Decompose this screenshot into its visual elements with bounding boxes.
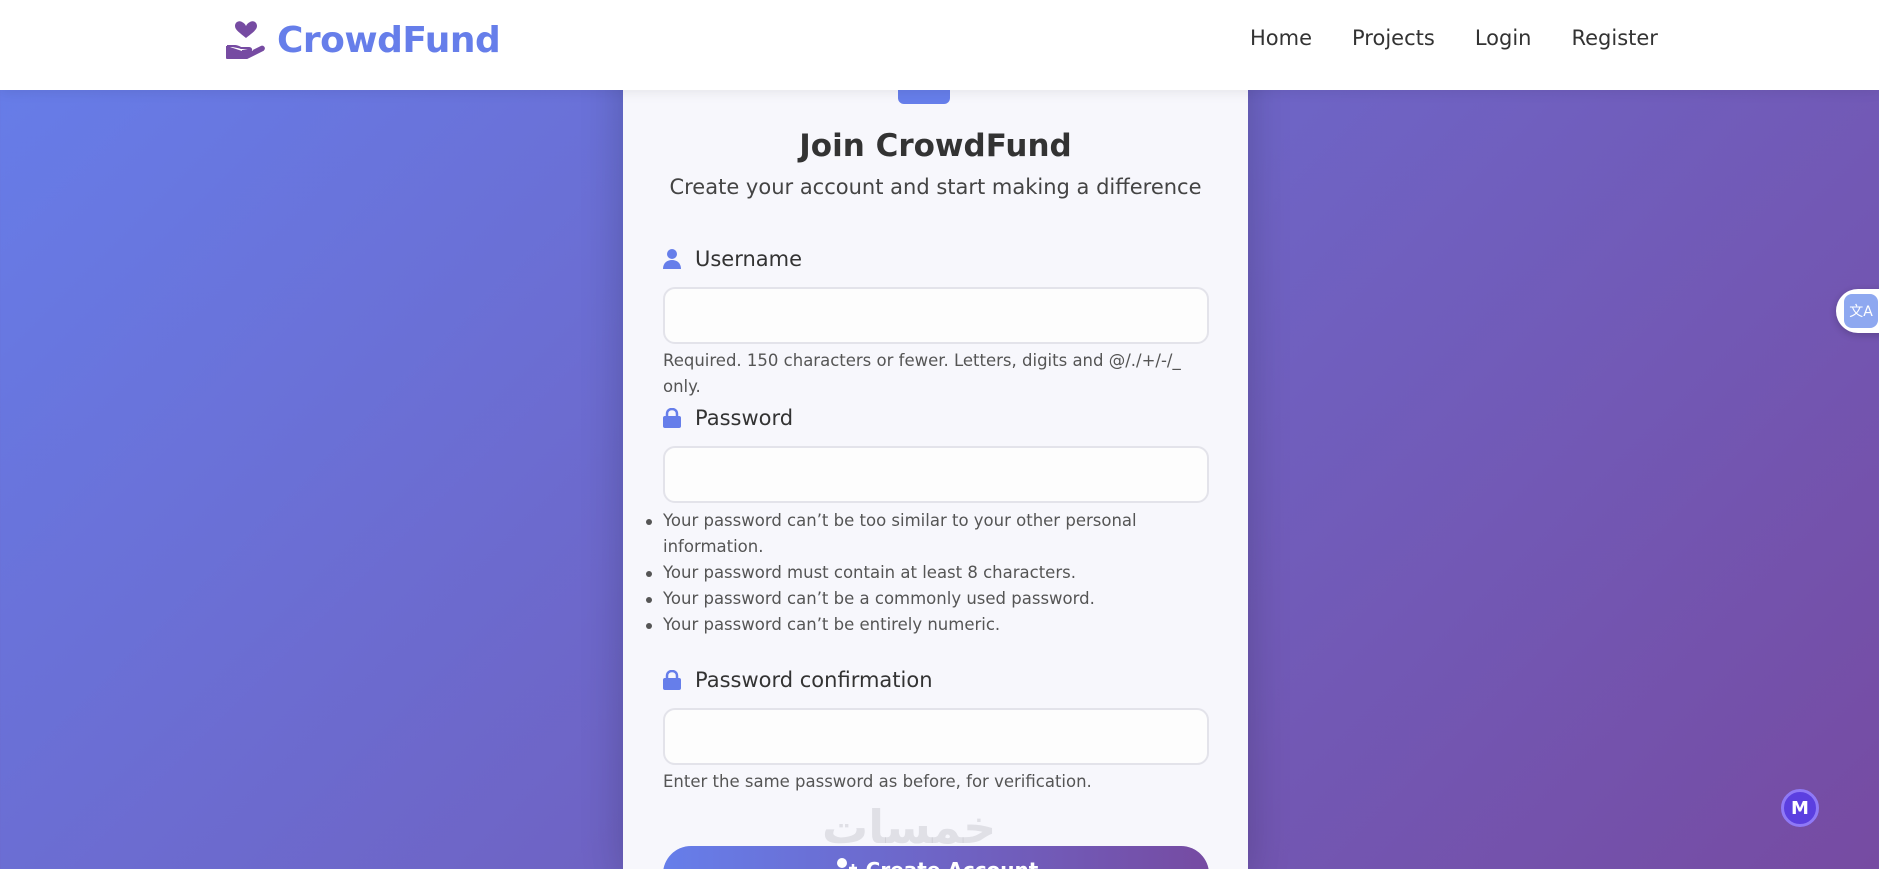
- username-input[interactable]: [663, 287, 1209, 344]
- password-confirmation-label-text: Password confirmation: [695, 668, 933, 692]
- brand-link[interactable]: CrowdFund: [225, 18, 501, 62]
- navbar: CrowdFund Home Projects Login Register: [0, 0, 1879, 90]
- nav-login[interactable]: Login: [1475, 26, 1532, 50]
- translate-widget[interactable]: 文A: [1836, 289, 1879, 333]
- password-confirmation-help: Enter the same password as before, for v…: [663, 772, 1092, 791]
- password-confirmation-label: Password confirmation: [663, 668, 933, 692]
- register-card: Join CrowdFund Create your account and s…: [623, 0, 1248, 869]
- password-input[interactable]: [663, 446, 1209, 503]
- form-title: Join CrowdFund: [799, 128, 1072, 164]
- password-help-item: Your password can’t be entirely numeric.: [646, 612, 1163, 638]
- lock-icon: [663, 669, 681, 690]
- nav-links: Home Projects Login Register: [1250, 26, 1658, 50]
- nav-home[interactable]: Home: [1250, 26, 1312, 50]
- password-label-text: Password: [695, 406, 794, 430]
- password-help-item: Your password must contain at least 8 ch…: [646, 560, 1163, 586]
- user-icon: [663, 249, 681, 269]
- form-subtitle: Create your account and start making a d…: [669, 175, 1202, 199]
- nav-register[interactable]: Register: [1571, 26, 1657, 50]
- nav-projects[interactable]: Projects: [1352, 26, 1435, 50]
- password-help-item: Your password can’t be a commonly used p…: [646, 586, 1163, 612]
- m-logo-icon[interactable]: M: [1781, 789, 1819, 827]
- create-account-label: Create Account: [866, 858, 1039, 869]
- watermark-logo: خمسات: [822, 800, 997, 854]
- password-help-item: Your password can’t be too similar to yo…: [646, 508, 1163, 560]
- brand-name: CrowdFund: [277, 19, 501, 61]
- username-label-text: Username: [695, 247, 803, 271]
- password-help-list: Your password can’t be too similar to yo…: [646, 508, 1163, 638]
- translate-icon: 文A: [1844, 294, 1878, 328]
- user-plus-icon: [834, 858, 858, 869]
- hand-heart-icon: [225, 20, 267, 60]
- username-label: Username: [663, 247, 802, 271]
- lock-icon: [663, 407, 681, 428]
- password-confirmation-input[interactable]: [663, 708, 1209, 765]
- username-help: Required. 150 characters or fewer. Lette…: [663, 351, 1181, 396]
- password-label: Password: [663, 406, 793, 430]
